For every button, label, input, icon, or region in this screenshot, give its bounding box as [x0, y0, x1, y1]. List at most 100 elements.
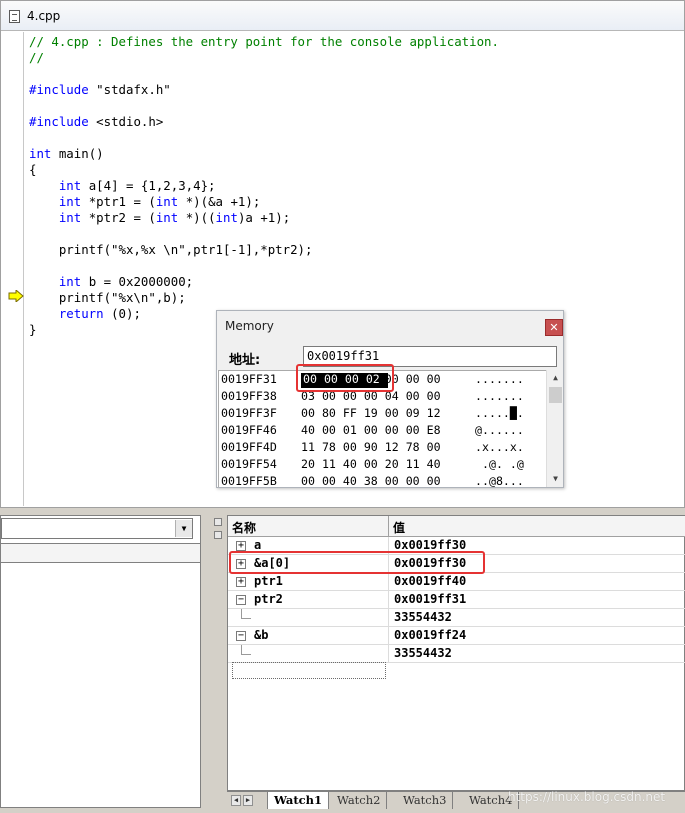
memory-row-address: 0019FF3F: [221, 406, 277, 420]
code-line[interactable]: #include "stdafx.h": [29, 82, 499, 98]
watch-header: 名称 值: [228, 516, 685, 537]
chevron-down-icon[interactable]: ▼: [175, 520, 192, 537]
code-text: )a +1);: [237, 210, 291, 225]
new-watch-entry[interactable]: [232, 662, 386, 679]
memory-row-ascii: .....█.: [475, 406, 524, 420]
code-line[interactable]: {: [29, 162, 499, 178]
code-line[interactable]: [29, 258, 499, 274]
code-text: printf("%x,%x \n",ptr1[-1],*ptr2);: [29, 242, 313, 257]
memory-row[interactable]: 0019FF46 40 00 01 00 00 00 E8 @......: [219, 422, 546, 439]
code-line[interactable]: [29, 226, 499, 242]
memory-row-address: 0019FF5B: [221, 474, 277, 487]
code-text: b = 0x2000000;: [81, 274, 194, 289]
code-text: *)(&a +1);: [178, 194, 261, 209]
memory-scrollbar[interactable]: ▲ ▼: [546, 370, 563, 487]
memory-row[interactable]: 0019FF54 20 11 40 00 20 11 40 .@. .@: [219, 456, 546, 473]
watch-value: 0x0019ff31: [394, 592, 467, 606]
tab-watch-3[interactable]: Watch3: [397, 792, 454, 809]
code-keyword: #include: [29, 114, 89, 129]
memory-row-address: 0019FF31: [221, 372, 277, 386]
code-line[interactable]: int *ptr2 = (int *)((int)a +1);: [29, 210, 499, 226]
breakpoint-gutter[interactable]: [1, 32, 23, 506]
code-text: {: [29, 162, 37, 177]
file-icon: [9, 10, 20, 23]
code-keyword: int: [58, 194, 82, 209]
code-line[interactable]: int b = 0x2000000;: [29, 274, 499, 290]
code-text: a[4] = {1,2,3,4};: [81, 178, 216, 193]
memory-row-address: 0019FF54: [221, 457, 277, 471]
code-comment: //: [29, 50, 44, 65]
tab-watch-1[interactable]: Watch1: [267, 792, 330, 809]
memory-row-bytes: 11 78 00 90 12 78 00: [301, 440, 441, 454]
code-editor-text[interactable]: // 4.cpp : Defines the entry point for t…: [29, 34, 499, 338]
column-divider[interactable]: [388, 516, 389, 537]
memory-row-ascii: @......: [475, 423, 524, 437]
column-header-value[interactable]: 值: [393, 519, 405, 536]
pane-splitter[interactable]: [201, 515, 227, 808]
memory-row[interactable]: 0019FF4D 11 78 00 90 12 78 00 .x...x.: [219, 439, 546, 456]
tab-scroll-right-icon[interactable]: ▶: [243, 795, 253, 806]
editor-titlebar: 4.cpp: [1, 1, 684, 31]
expand-icon[interactable]: +: [236, 541, 246, 551]
variables-header: [1, 543, 200, 563]
tab-scroll-left-icon[interactable]: ◀: [231, 795, 241, 806]
watch-name: ptr1: [254, 574, 283, 588]
expand-icon[interactable]: +: [236, 577, 246, 587]
memory-row-bytes: 00 00 40 38 00 00 00: [301, 474, 441, 487]
context-dropdown[interactable]: ▼: [1, 518, 193, 539]
scroll-down-arrow-icon[interactable]: ▼: [547, 471, 564, 486]
watch-row[interactable]: 33554432: [228, 609, 685, 627]
code-line[interactable]: // 4.cpp : Defines the entry point for t…: [29, 34, 499, 50]
code-line[interactable]: [29, 66, 499, 82]
collapse-icon[interactable]: −: [236, 595, 246, 605]
scrollbar-thumb[interactable]: [549, 387, 562, 403]
watch-row[interactable]: − ptr2 0x0019ff31: [228, 591, 685, 609]
watch-row[interactable]: − &b 0x0019ff24: [228, 627, 685, 645]
memory-titlebar[interactable]: Memory ✕: [217, 311, 563, 342]
code-text: *)((: [178, 210, 216, 225]
code-text: main(): [51, 146, 104, 161]
pane-grip-icon[interactable]: [214, 518, 222, 526]
column-divider: [388, 609, 389, 627]
code-line[interactable]: [29, 130, 499, 146]
watch-value: 33554432: [394, 610, 452, 624]
code-text: printf("%x\n",b);: [29, 290, 186, 305]
current-statement-arrow-icon: [8, 290, 24, 302]
column-divider: [388, 573, 389, 591]
code-text: *ptr2 = (: [81, 210, 156, 225]
code-line[interactable]: [29, 98, 499, 114]
memory-row-ascii: .......: [475, 389, 524, 403]
memory-window: Memory ✕ 地址: 0x0019ff31 0019FF31 00 00 0…: [216, 310, 564, 488]
watch-row[interactable]: + ptr1 0x0019ff40: [228, 573, 685, 591]
code-text: *ptr1 = (: [81, 194, 156, 209]
code-line[interactable]: int a[4] = {1,2,3,4};: [29, 178, 499, 194]
watch-row[interactable]: 33554432: [228, 645, 685, 663]
close-icon[interactable]: ✕: [545, 319, 563, 336]
tab-watch-2[interactable]: Watch2: [331, 792, 388, 809]
pane-grip-icon[interactable]: [214, 531, 222, 539]
memory-row-ascii: .......: [475, 372, 524, 386]
watch-value: 0x0019ff30: [394, 538, 467, 552]
file-tab-title[interactable]: 4.cpp: [27, 9, 60, 23]
memory-row-ascii: .x...x.: [475, 440, 524, 454]
address-label: 地址:: [229, 353, 261, 368]
column-divider: [388, 645, 389, 663]
column-header-name[interactable]: 名称: [232, 519, 256, 536]
memory-row-address: 0019FF4D: [221, 440, 277, 454]
collapse-icon[interactable]: −: [236, 631, 246, 641]
column-divider: [388, 627, 389, 645]
code-line[interactable]: #include <stdio.h>: [29, 114, 499, 130]
watch-highlight-annotation-box: [229, 551, 485, 574]
code-line[interactable]: int main(): [29, 146, 499, 162]
code-line[interactable]: //: [29, 50, 499, 66]
scroll-up-arrow-icon[interactable]: ▲: [547, 370, 564, 385]
code-line[interactable]: printf("%x\n",b);: [29, 290, 499, 306]
code-line[interactable]: int *ptr1 = (int *)(&a +1);: [29, 194, 499, 210]
code-keyword: int: [58, 274, 82, 289]
code-line[interactable]: printf("%x,%x \n",ptr1[-1],*ptr2);: [29, 242, 499, 258]
memory-row[interactable]: 0019FF3F 00 80 FF 19 00 09 12 .....█.: [219, 405, 546, 422]
memory-row[interactable]: 0019FF5B 00 00 40 38 00 00 00 ..@8...: [219, 473, 546, 487]
